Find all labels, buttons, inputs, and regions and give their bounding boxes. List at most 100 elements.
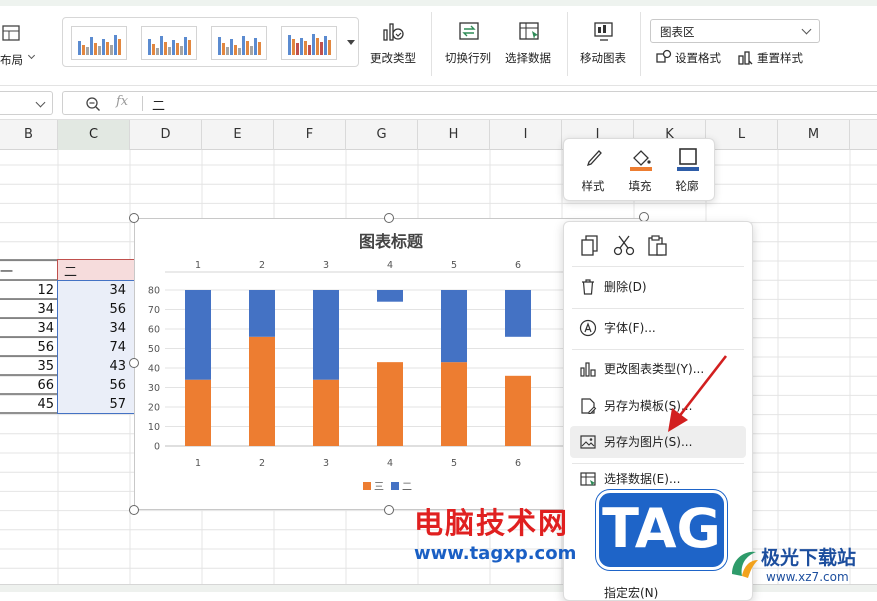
quick-layout-icon[interactable] <box>2 24 22 42</box>
select-data-button[interactable]: 选择数据 <box>505 50 551 66</box>
cell-b-value[interactable]: 12 <box>0 281 58 300</box>
move-chart-button[interactable]: 移动图表 <box>580 50 626 66</box>
column-header-l[interactable]: L <box>706 120 778 150</box>
column-header-e[interactable]: E <box>202 120 274 150</box>
fill-button[interactable]: 填充 <box>617 139 663 202</box>
ribbon-separator <box>431 12 432 76</box>
x-tick-label: 4 <box>387 458 393 469</box>
bar-series-1[interactable] <box>441 362 467 446</box>
bar-series-2[interactable] <box>377 290 403 302</box>
cell-c-value[interactable]: 56 <box>58 376 130 395</box>
brush-icon <box>586 150 602 167</box>
column-header-d[interactable]: D <box>130 120 202 150</box>
paste-icon[interactable] <box>646 234 670 258</box>
cell-c-value[interactable]: 43 <box>58 357 130 376</box>
x-tick-label-top: 4 <box>387 260 393 271</box>
legend-label[interactable]: 二 <box>402 482 412 493</box>
chart-style-1[interactable] <box>71 26 127 60</box>
bar-series-2[interactable] <box>505 290 531 337</box>
menu-item-font[interactable]: 字体(F)... <box>570 312 746 344</box>
reset-style-icon[interactable] <box>737 49 754 66</box>
gallery-more-icon[interactable] <box>347 40 355 45</box>
bar-series-2[interactable] <box>313 290 339 380</box>
move-chart-icon[interactable] <box>592 20 616 42</box>
switch-row-column-icon[interactable] <box>458 20 482 42</box>
bar-series-1[interactable] <box>249 336 275 446</box>
cell-b-value[interactable]: 34 <box>0 319 58 338</box>
resize-handle-bottom[interactable] <box>384 505 394 515</box>
fx-icon[interactable]: fx <box>116 94 128 109</box>
resize-handle-left[interactable] <box>129 358 139 368</box>
bar-series-2[interactable] <box>185 290 211 380</box>
bar-series-1[interactable] <box>377 362 403 446</box>
cell-c-value[interactable]: 34 <box>58 281 130 300</box>
resize-handle-top[interactable] <box>384 213 394 223</box>
x-tick-label: 5 <box>451 458 457 469</box>
formula-content[interactable]: 二 <box>152 95 165 114</box>
y-tick-label: 60 <box>148 325 160 336</box>
legend-label[interactable]: 三 <box>374 482 384 493</box>
formula-input-area[interactable]: fx 二 <box>62 91 877 115</box>
set-format-button[interactable]: 设置格式 <box>675 50 721 66</box>
save-template-icon <box>581 398 597 415</box>
copy-icon[interactable] <box>579 234 601 258</box>
column-header-f[interactable]: F <box>274 120 346 150</box>
chart-style-4[interactable] <box>281 26 337 60</box>
chart-styles-gallery[interactable] <box>62 17 359 67</box>
select-data-icon[interactable] <box>518 20 542 42</box>
menu-item-delete[interactable]: 删除(D) <box>570 271 746 303</box>
change-chart-type-icon[interactable] <box>381 20 405 42</box>
chart-quick-toolbar: 样式 填充 轮廓 <box>563 138 715 201</box>
column-header-b[interactable]: B <box>0 120 58 150</box>
resize-handle-bottom-left[interactable] <box>129 505 139 515</box>
style-button[interactable]: 样式 <box>570 139 616 202</box>
ribbon-top-strip <box>0 0 877 6</box>
column-header-h[interactable]: H <box>418 120 490 150</box>
legend-swatch <box>391 482 399 490</box>
cell-c-value[interactable]: 34 <box>58 319 130 338</box>
bar-series-1[interactable] <box>185 379 211 446</box>
ribbon-separator <box>640 12 641 76</box>
menu-item-label: 删除(D) <box>604 280 647 294</box>
cell-b-value[interactable]: 56 <box>0 338 58 357</box>
cell-c-header[interactable]: 二 <box>64 261 77 280</box>
cell-c-value[interactable]: 57 <box>58 395 130 414</box>
quick-layout-button[interactable]: 布局 <box>0 52 23 68</box>
cell-c-value[interactable]: 74 <box>58 338 130 357</box>
x-tick-label: 2 <box>259 458 265 469</box>
resize-handle-top-left[interactable] <box>129 213 139 223</box>
menu-separator <box>572 266 744 267</box>
y-tick-label: 0 <box>154 442 160 453</box>
bar-series-2[interactable] <box>441 290 467 363</box>
trash-icon <box>582 279 594 295</box>
bar-series-1[interactable] <box>505 375 531 446</box>
column-header-g[interactable]: G <box>346 120 418 150</box>
cell-c-value[interactable]: 56 <box>58 300 130 319</box>
column-header-c[interactable]: C <box>58 120 130 150</box>
switch-row-column-button[interactable]: 切换行列 <box>445 50 491 66</box>
name-box[interactable] <box>0 91 53 115</box>
chart-style-2[interactable] <box>141 26 197 60</box>
column-header-i[interactable]: I <box>490 120 562 150</box>
change-chart-type-button[interactable]: 更改类型 <box>370 50 416 66</box>
column-header-m[interactable]: M <box>778 120 850 150</box>
cell-b-value[interactable]: 34 <box>0 300 58 319</box>
chart-element-select-value: 图表区 <box>660 25 695 39</box>
cell-b-value[interactable]: 35 <box>0 357 58 376</box>
cut-icon[interactable] <box>613 234 635 258</box>
bar-series-1[interactable] <box>313 379 339 446</box>
cell-b-header[interactable]: 一 <box>0 261 13 280</box>
reset-style-button[interactable]: 重置样式 <box>757 50 803 66</box>
chart-title[interactable]: 图表标题 <box>359 232 424 251</box>
menu-item-assign-macro[interactable]: 指定宏(N) <box>570 577 746 600</box>
watermark-brand: 极光下载站 www.xz7.com <box>728 540 877 592</box>
cell-b-value[interactable]: 45 <box>0 395 58 414</box>
chart-element-select[interactable]: 图表区 <box>650 19 820 43</box>
set-format-icon[interactable] <box>655 49 672 66</box>
zoom-icon[interactable] <box>85 96 101 112</box>
bar-series-2[interactable] <box>249 290 275 337</box>
chart-style-3[interactable] <box>211 26 267 60</box>
outline-button[interactable]: 轮廓 <box>664 139 710 202</box>
cell-b-value[interactable]: 66 <box>0 376 58 395</box>
formula-divider <box>142 96 143 111</box>
